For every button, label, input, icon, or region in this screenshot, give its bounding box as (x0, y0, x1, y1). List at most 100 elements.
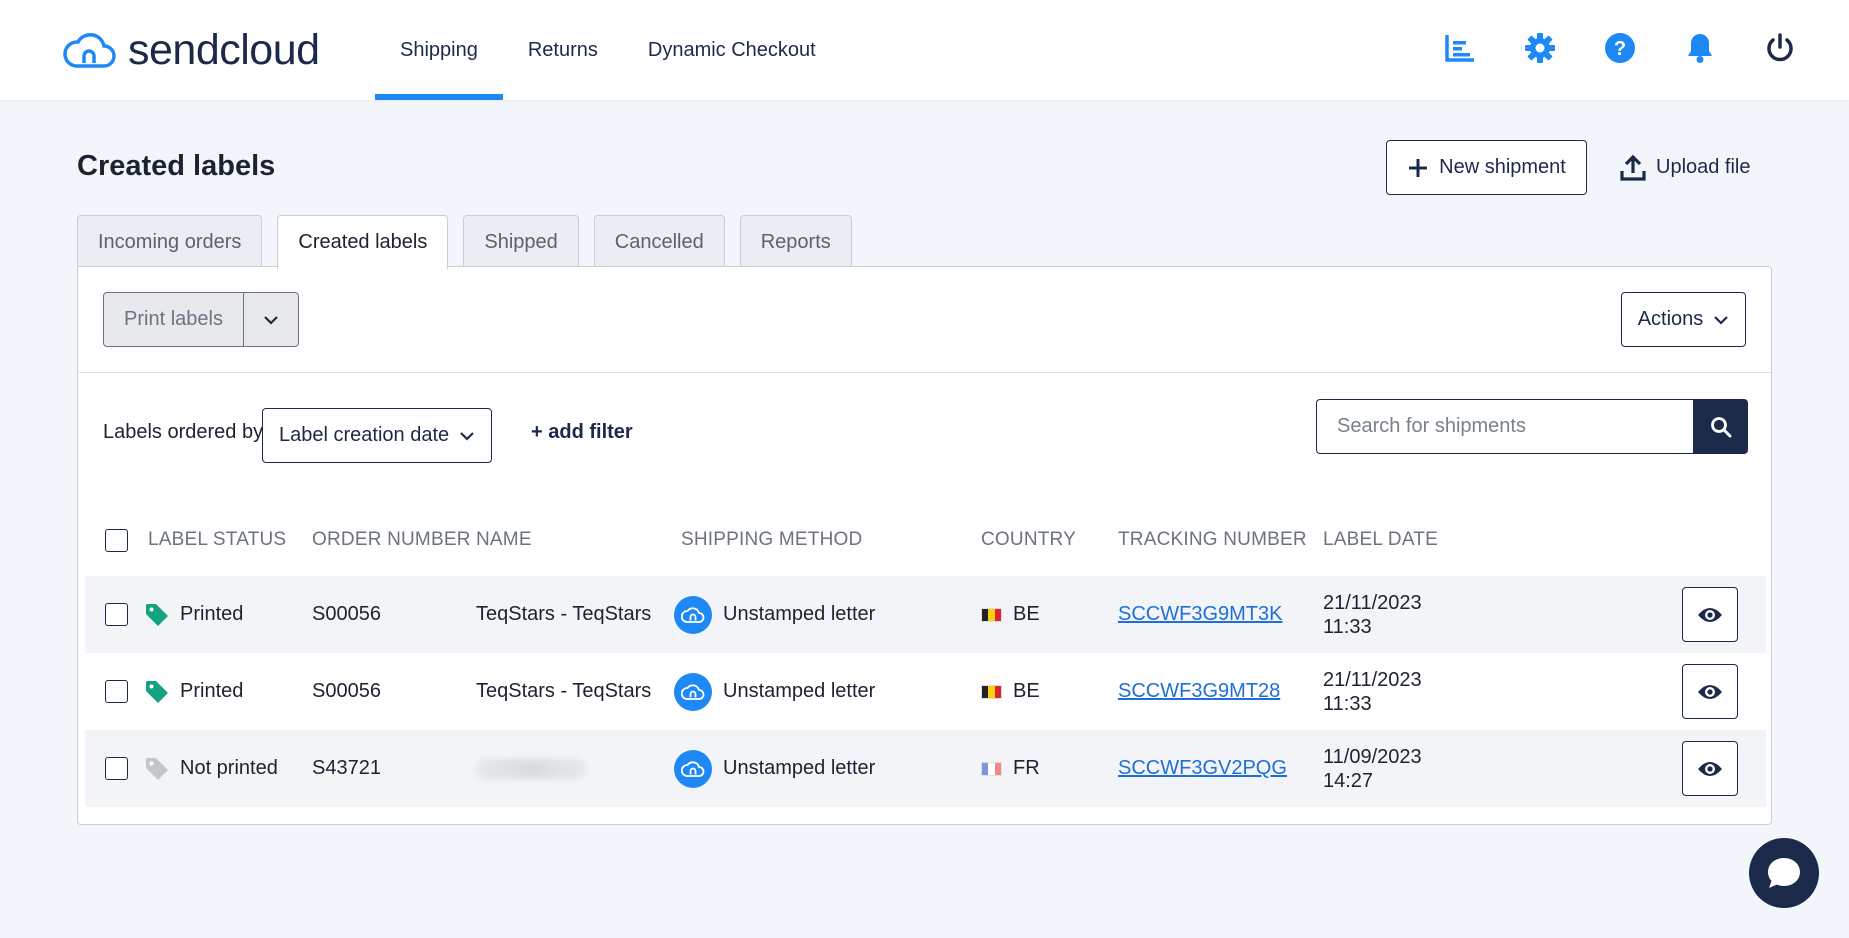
print-labels-button[interactable]: Print labels (104, 293, 244, 346)
customer-name: TeqStars - TeqStars (476, 680, 652, 702)
analytics-icon[interactable] (1443, 30, 1477, 66)
time-text: 11:33 (1323, 692, 1372, 715)
toolbar-divider (78, 372, 1771, 373)
col-label-status: LABEL STATUS (148, 529, 287, 550)
select-all-checkbox[interactable] (105, 529, 128, 552)
tag-icon (146, 757, 168, 780)
top-navbar: sendcloud Shipping Returns Dynamic Check… (0, 0, 1849, 100)
label-status: Printed (144, 653, 243, 730)
nav-icon-group: ? (1443, 30, 1797, 66)
label-status: Printed (144, 576, 243, 653)
label-date: 21/11/2023 11:33 (1323, 576, 1422, 653)
new-shipment-button[interactable]: New shipment (1386, 140, 1587, 195)
tag-icon (146, 603, 168, 626)
tab-reports[interactable]: Reports (739, 215, 852, 268)
shipping-method: Unstamped letter (674, 576, 875, 653)
print-labels-split-button: Print labels (103, 292, 299, 347)
page-title: Created labels (77, 150, 276, 182)
order-number: S00056 (312, 603, 381, 625)
order-number: S43721 (312, 757, 381, 779)
tab-cancelled[interactable]: Cancelled (593, 215, 725, 268)
nav-shipping[interactable]: Shipping (375, 0, 503, 100)
order-by-select[interactable]: Label creation date (262, 408, 492, 463)
status-text: Printed (180, 603, 244, 625)
label-status: Not printed (144, 730, 278, 807)
col-country: COUNTRY (981, 529, 1076, 550)
table-row[interactable]: Not printed S43721 Unstamped letter FR S… (85, 730, 1766, 807)
view-shipment-button[interactable] (1682, 587, 1738, 642)
shipping-method: Unstamped letter (674, 653, 875, 730)
tab-created-labels[interactable]: Created labels (277, 215, 449, 269)
col-label-date: LABEL DATE (1323, 529, 1438, 550)
upload-icon (1620, 154, 1646, 181)
order-by-value: Label creation date (279, 424, 450, 446)
search-icon (1710, 416, 1731, 437)
gear-icon[interactable] (1523, 30, 1557, 66)
main-nav: Shipping Returns Dynamic Checkout (375, 0, 841, 100)
print-options-toggle[interactable] (244, 293, 298, 346)
eye-icon (1698, 761, 1722, 776)
view-shipment-button[interactable] (1682, 664, 1738, 719)
actions-dropdown[interactable]: Actions (1621, 292, 1746, 347)
customer-name-redacted (476, 730, 586, 807)
method-text: Unstamped letter (723, 680, 876, 702)
chevron-down-icon (264, 315, 278, 325)
belgium-flag-icon (981, 607, 1002, 622)
chat-bubble-icon (1768, 858, 1800, 888)
nav-returns[interactable]: Returns (503, 0, 623, 100)
time-text: 14:27 (1323, 769, 1374, 792)
label-date: 11/09/2023 14:27 (1323, 730, 1422, 807)
search-input[interactable] (1316, 399, 1693, 454)
add-filter-link[interactable]: + add filter (531, 421, 633, 444)
tracking-link[interactable]: SCCWF3G9MT3K (1118, 603, 1282, 626)
country: FR (981, 730, 1040, 807)
carrier-cloud-icon (674, 749, 712, 788)
col-shipping-method: SHIPPING METHOD (681, 529, 863, 550)
france-flag-icon (981, 761, 1002, 776)
power-icon[interactable] (1763, 30, 1797, 66)
col-tracking-number: TRACKING NUMBER (1118, 529, 1307, 550)
carrier-cloud-icon (674, 595, 712, 634)
svg-text:?: ? (1614, 38, 1626, 60)
label-date: 21/11/2023 11:33 (1323, 653, 1422, 730)
plus-icon (1409, 158, 1428, 177)
brand-name: sendcloud (128, 26, 320, 74)
view-shipment-button[interactable] (1682, 741, 1738, 796)
help-icon[interactable]: ? (1603, 30, 1637, 66)
col-order-number: ORDER NUMBER (312, 529, 471, 550)
shipping-method: Unstamped letter (674, 730, 875, 807)
carrier-cloud-icon (674, 672, 712, 711)
country-code: BE (1013, 603, 1040, 625)
row-checkbox[interactable] (105, 603, 128, 626)
order-number: S00056 (312, 680, 381, 702)
redacted-name (476, 758, 586, 779)
tab-bar: Incoming orders Created labels Shipped C… (77, 215, 852, 269)
search-button[interactable] (1693, 399, 1748, 454)
status-text: Printed (180, 680, 244, 702)
sendcloud-logo[interactable]: sendcloud (62, 26, 320, 75)
country: BE (981, 653, 1040, 730)
tracking-link[interactable]: SCCWF3G9MT28 (1118, 680, 1280, 703)
bell-icon[interactable] (1683, 30, 1717, 66)
upload-file-button[interactable]: Upload file (1620, 140, 1751, 195)
row-checkbox[interactable] (105, 757, 128, 780)
date-text: 11/09/2023 (1323, 745, 1422, 768)
country: BE (981, 576, 1040, 653)
time-text: 11:33 (1323, 615, 1372, 638)
ordered-by-label: Labels ordered by (103, 421, 264, 443)
nav-dynamic-checkout[interactable]: Dynamic Checkout (623, 0, 841, 100)
table-row[interactable]: Printed S00056 TeqStars - TeqStars Unsta… (85, 576, 1766, 653)
new-shipment-label: New shipment (1439, 156, 1566, 178)
tab-incoming-orders[interactable]: Incoming orders (77, 215, 263, 268)
tag-icon (146, 680, 168, 703)
method-text: Unstamped letter (723, 757, 876, 779)
chevron-down-icon (1714, 315, 1729, 325)
tab-shipped[interactable]: Shipped (463, 215, 579, 268)
country-code: BE (1013, 680, 1040, 702)
belgium-flag-icon (981, 684, 1002, 699)
chat-button[interactable] (1749, 838, 1819, 908)
tracking-link[interactable]: SCCWF3GV2PQG (1118, 757, 1287, 780)
row-checkbox[interactable] (105, 680, 128, 703)
search-box (1316, 399, 1748, 454)
table-row[interactable]: Printed S00056 TeqStars - TeqStars Unsta… (85, 653, 1766, 730)
